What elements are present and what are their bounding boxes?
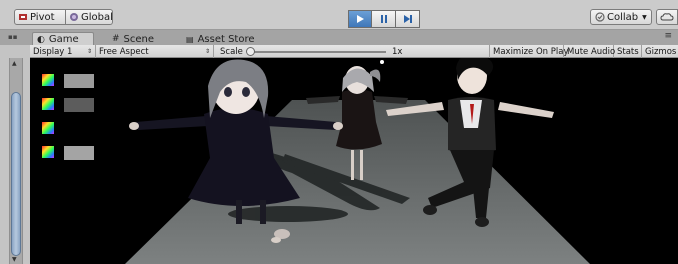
collab-label: Collab bbox=[607, 11, 639, 23]
scrollbar-thumb[interactable] bbox=[11, 92, 21, 256]
step-icon bbox=[403, 15, 412, 23]
game-viewport[interactable] bbox=[30, 58, 678, 264]
scale-slider-track[interactable] bbox=[248, 51, 386, 53]
scene-icon: # bbox=[112, 34, 120, 44]
pivot-button[interactable]: Pivot bbox=[14, 9, 66, 25]
pause-button[interactable] bbox=[372, 10, 396, 28]
game-icon: ◐ bbox=[37, 34, 45, 45]
collab-check-icon bbox=[595, 12, 605, 22]
scene-render bbox=[42, 58, 590, 264]
scale-slider-handle[interactable] bbox=[246, 47, 255, 56]
global-icon bbox=[69, 12, 79, 22]
tab-asset-store[interactable]: ▤ Asset Store bbox=[182, 32, 255, 46]
aspect-dropdown-icon: ⇕ bbox=[204, 48, 210, 55]
pivot-icon bbox=[18, 12, 28, 22]
tab-game[interactable]: ◐ Game bbox=[32, 32, 94, 46]
aspect-dropdown[interactable]: Free Aspect ⇕ bbox=[96, 45, 214, 58]
step-button[interactable] bbox=[396, 10, 420, 28]
mute-label: Mute Audio bbox=[567, 46, 616, 57]
tab-game-label: Game bbox=[48, 34, 79, 45]
debug-texture-previews bbox=[42, 74, 94, 160]
stats-label: Stats bbox=[617, 46, 639, 57]
maximize-on-play-toggle[interactable]: Maximize On Play bbox=[490, 45, 568, 58]
maximize-label: Maximize On Play bbox=[493, 46, 569, 57]
playback-controls bbox=[348, 10, 420, 28]
display-dropdown-icon: ⇕ bbox=[86, 48, 92, 55]
scroll-up-icon[interactable]: ▲ bbox=[12, 60, 17, 67]
pivot-label: Pivot bbox=[30, 11, 55, 23]
gizmos-label: Gizmos bbox=[645, 46, 677, 57]
gizmos-dropdown[interactable]: Gizmos bbox=[642, 45, 678, 58]
panel-tab-row: ▪▪ ◐ Game # Scene ▤ Asset Store ≡ bbox=[0, 30, 678, 46]
play-icon bbox=[357, 15, 364, 23]
panel-grip-icon: ▪▪ bbox=[8, 33, 18, 41]
main-toolbar: Pivot Global Collab ▼ bbox=[0, 0, 678, 30]
global-label: Global bbox=[81, 11, 113, 23]
panel-menu-icon[interactable]: ≡ bbox=[664, 31, 672, 41]
stats-toggle[interactable]: Stats bbox=[614, 45, 642, 58]
pause-icon bbox=[380, 15, 387, 23]
play-button[interactable] bbox=[348, 10, 372, 28]
tab-asset-store-label: Asset Store bbox=[197, 33, 255, 45]
game-view-toolbar: Display 1 ⇕ Free Aspect ⇕ Scale 1x Maxim… bbox=[30, 45, 678, 58]
global-button[interactable]: Global bbox=[66, 9, 113, 25]
tab-scene[interactable]: # Scene bbox=[108, 32, 154, 46]
aspect-label: Free Aspect bbox=[99, 46, 149, 57]
cloud-button[interactable] bbox=[656, 9, 678, 25]
scale-label: Scale bbox=[220, 46, 243, 57]
asset-store-icon: ▤ bbox=[186, 34, 194, 44]
display-label: Display 1 bbox=[33, 46, 73, 57]
scale-value: 1x bbox=[392, 46, 403, 57]
scroll-down-icon[interactable]: ▼ bbox=[12, 256, 17, 263]
collab-button[interactable]: Collab ▼ bbox=[590, 9, 652, 25]
mute-audio-toggle[interactable]: Mute Audio bbox=[564, 45, 616, 58]
collab-dropdown-icon: ▼ bbox=[642, 13, 647, 21]
tab-scene-label: Scene bbox=[123, 33, 155, 45]
display-dropdown[interactable]: Display 1 ⇕ bbox=[30, 45, 96, 58]
cloud-icon bbox=[660, 13, 674, 21]
